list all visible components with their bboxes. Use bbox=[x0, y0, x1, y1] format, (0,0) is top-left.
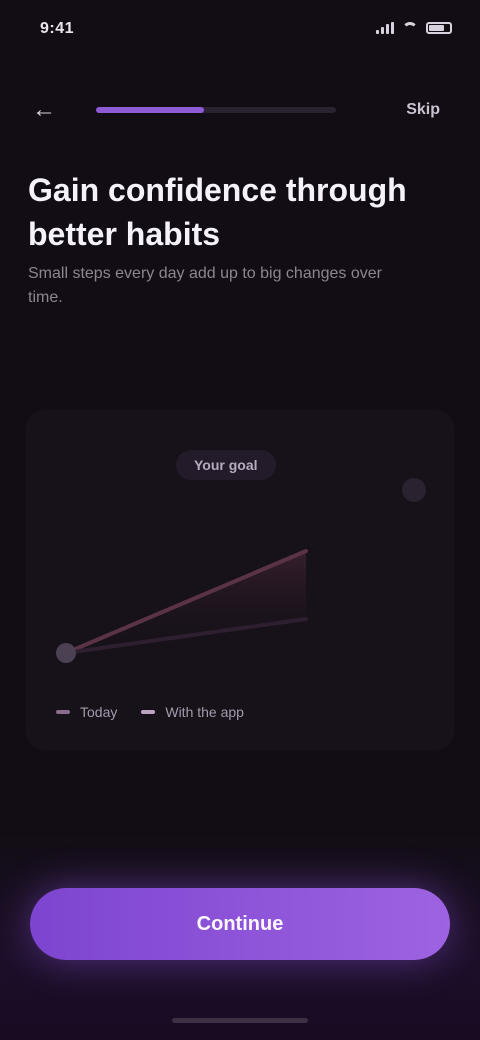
signal-icon bbox=[376, 22, 394, 34]
onboarding-progress-fill bbox=[96, 107, 204, 113]
continue-button[interactable]: Continue bbox=[30, 888, 450, 960]
chart-start-point bbox=[56, 643, 76, 663]
back-button[interactable]: ← bbox=[26, 92, 62, 128]
legend-item-today: Today bbox=[56, 704, 117, 720]
arrow-left-icon: ← bbox=[32, 96, 56, 123]
onboarding-progress-bar bbox=[96, 107, 336, 113]
status-time: 9:41 bbox=[40, 20, 75, 37]
skip-button[interactable]: Skip bbox=[396, 94, 450, 126]
chart-legend: Today With the app bbox=[56, 704, 244, 720]
legend-label: With the app bbox=[165, 704, 244, 720]
onboarding-screen: 9:41 ← Skip Gain confidence through bett… bbox=[0, 0, 480, 1040]
legend-swatch bbox=[141, 710, 156, 714]
legend-label: Today bbox=[80, 704, 118, 720]
page-subtitle: Small steps every day add up to big chan… bbox=[28, 265, 382, 306]
battery-icon bbox=[426, 22, 452, 34]
status-icons bbox=[376, 22, 452, 34]
progress-chart-card: Your goal Today With the app bbox=[26, 410, 454, 750]
legend-swatch bbox=[56, 710, 70, 714]
legend-item-with-app: With the app bbox=[141, 704, 244, 720]
home-indicator bbox=[172, 1018, 308, 1023]
top-nav: ← Skip bbox=[0, 80, 480, 140]
chart-goal-point bbox=[402, 478, 426, 502]
page-title: Gain confidence through better habits bbox=[28, 172, 407, 252]
wifi-icon bbox=[402, 22, 418, 34]
goal-badge: Your goal bbox=[176, 450, 276, 480]
status-bar: 9:41 bbox=[0, 0, 480, 60]
